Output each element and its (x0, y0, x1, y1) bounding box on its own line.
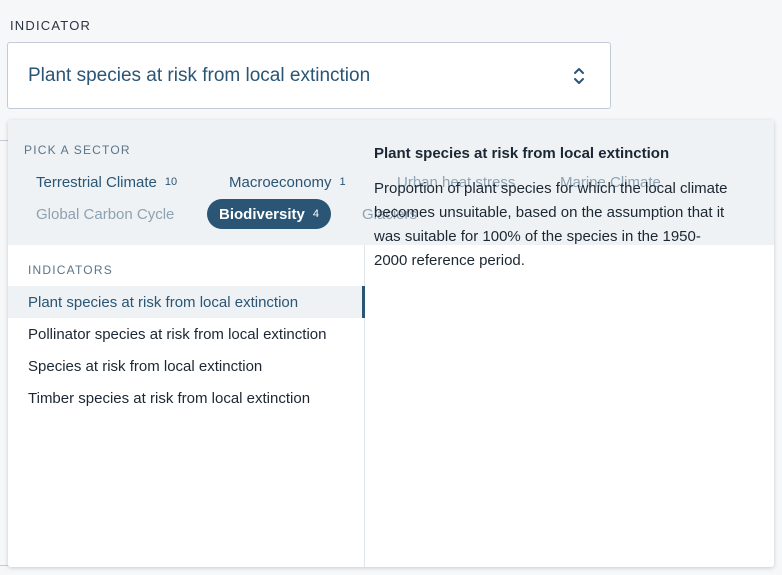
indicator-item-timber-species[interactable]: Timber species at risk from local extinc… (8, 382, 365, 414)
sector-chip-label: Macroeconomy (229, 173, 332, 191)
sector-chip-count: 4 (312, 208, 319, 220)
indicator-field-label: INDICATOR (10, 18, 92, 33)
sector-section-title: PICK A SECTOR (24, 143, 131, 157)
sector-chip-terrestrial-climate[interactable]: Terrestrial Climate 10 (24, 167, 189, 197)
chevron-up-down-icon (574, 68, 584, 84)
sector-chip-label: Global Carbon Cycle (36, 205, 175, 223)
sector-chip-count: 10 (164, 176, 178, 188)
indicator-item-pollinator-species[interactable]: Pollinator species at risk from local ex… (8, 318, 365, 350)
indicators-section-title: INDICATORS (28, 263, 113, 277)
description-text: Proportion of plant species for which th… (374, 180, 728, 269)
description-title: Plant species at risk from local extinct… (374, 145, 670, 162)
sector-chip-label: Biodiversity (219, 205, 305, 223)
indicator-item-species[interactable]: Species at risk from local extinction (8, 350, 365, 382)
sector-chip-count: 1 (339, 176, 346, 188)
divider (0, 565, 8, 566)
indicator-item-plant-species[interactable]: Plant species at risk from local extinct… (8, 286, 365, 318)
indicator-description-panel: Plant species at risk from local extinct… (374, 145, 734, 273)
sector-chip-macroeconomy[interactable]: Macroeconomy 1 (217, 167, 358, 197)
sector-chip-label: Terrestrial Climate (36, 173, 157, 191)
indicator-select[interactable]: Plant species at risk from local extinct… (7, 42, 611, 109)
indicator-list-panel: INDICATORS Plant species at risk from lo… (8, 245, 365, 567)
divider (0, 140, 8, 141)
sector-chip-biodiversity[interactable]: Biodiversity 4 (207, 199, 331, 229)
sector-chip-global-carbon-cycle: Global Carbon Cycle (24, 199, 186, 229)
indicator-select-value: Plant species at risk from local extinct… (28, 64, 371, 86)
indicator-list: Plant species at risk from local extinct… (8, 286, 365, 414)
